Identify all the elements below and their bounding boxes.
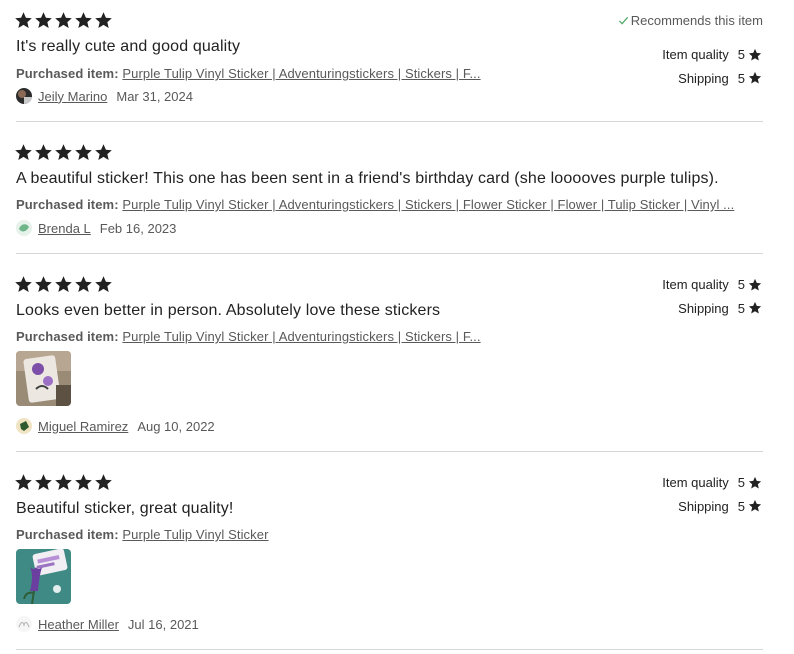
shipping-rating: Shipping 5: [662, 67, 762, 91]
shipping-rating: Shipping 5: [662, 495, 762, 519]
star-icon: [748, 48, 762, 62]
star-icon: [748, 476, 762, 490]
shipping-value: 5: [737, 498, 745, 514]
purchased-item-label: Purchased item:: [16, 66, 119, 81]
star-icon: [94, 11, 113, 30]
shipping-value: 5: [737, 70, 745, 86]
star-icon: [34, 473, 53, 492]
star-rating: [14, 473, 113, 492]
review-text: A beautiful sticker! This one has been s…: [16, 170, 719, 187]
author-name[interactable]: Heather Miller: [38, 617, 119, 632]
item-quality-label: Item quality: [662, 47, 729, 63]
shipping-label: Shipping: [678, 498, 729, 514]
item-quality-label: Item quality: [662, 475, 729, 491]
shipping-label: Shipping: [678, 70, 729, 86]
purchased-item-link[interactable]: Purple Tulip Vinyl Sticker | Adventuring…: [122, 197, 734, 212]
review-date: Feb 16, 2023: [99, 220, 177, 236]
star-rating: [14, 11, 113, 30]
item-quality-rating: Item quality 5: [662, 471, 762, 495]
review-card: Recommends this item It's really cute an…: [0, 0, 794, 122]
star-icon: [34, 275, 53, 294]
divider: [16, 451, 763, 452]
item-quality-value: 5: [737, 47, 745, 63]
star-icon: [74, 275, 93, 294]
divider: [16, 121, 763, 122]
item-quality-value: 5: [737, 475, 745, 491]
star-rating: [14, 275, 113, 294]
item-quality-rating: Item quality 5: [662, 43, 762, 67]
purchased-item: Purchased item: Purple Tulip Vinyl Stick…: [16, 527, 269, 542]
avatar[interactable]: [16, 418, 32, 434]
star-icon: [748, 71, 762, 85]
star-icon: [94, 143, 113, 162]
item-quality-rating: Item quality 5: [662, 273, 762, 297]
review-author: Brenda L Feb 16, 2023: [16, 220, 176, 236]
divider: [16, 649, 763, 650]
review-author: Heather Miller Jul 16, 2021: [16, 616, 199, 632]
review-text: Beautiful sticker, great quality!: [16, 500, 234, 517]
star-rating: [14, 143, 113, 162]
purchased-item: Purchased item: Purple Tulip Vinyl Stick…: [16, 197, 734, 212]
review-text: Looks even better in person. Absolutely …: [16, 302, 441, 319]
ratings-breakdown: Item quality 5 Shipping 5: [662, 43, 762, 90]
review-author: Miguel Ramirez Aug 10, 2022: [16, 418, 215, 434]
ratings-breakdown: Item quality 5 Shipping 5: [662, 471, 762, 518]
star-icon: [34, 11, 53, 30]
recommends-badge: Recommends this item: [618, 13, 763, 28]
star-icon: [14, 473, 33, 492]
author-name[interactable]: Brenda L: [38, 221, 91, 236]
shipping-label: Shipping: [678, 300, 729, 316]
star-icon: [14, 11, 33, 30]
star-icon: [14, 275, 33, 294]
star-icon: [74, 473, 93, 492]
star-icon: [54, 275, 73, 294]
review-author: Jeily Marino Mar 31, 2024: [16, 88, 193, 104]
star-icon: [74, 143, 93, 162]
purchased-item-link[interactable]: Purple Tulip Vinyl Sticker: [122, 527, 268, 542]
star-icon: [94, 275, 113, 294]
star-icon: [748, 278, 762, 292]
star-icon: [14, 143, 33, 162]
recommends-label: Recommends this item: [630, 13, 763, 28]
check-icon: [618, 16, 628, 25]
purchased-item-label: Purchased item:: [16, 197, 119, 212]
author-name[interactable]: Jeily Marino: [38, 89, 107, 104]
purchased-item: Purchased item: Purple Tulip Vinyl Stick…: [16, 66, 481, 81]
purchased-item-link[interactable]: Purple Tulip Vinyl Sticker | Adventuring…: [122, 329, 480, 344]
divider: [16, 253, 763, 254]
purchased-item-link[interactable]: Purple Tulip Vinyl Sticker | Adventuring…: [122, 66, 480, 81]
purchased-item: Purchased item: Purple Tulip Vinyl Stick…: [16, 329, 481, 344]
star-icon: [54, 11, 73, 30]
star-icon: [54, 473, 73, 492]
item-quality-value: 5: [737, 277, 745, 293]
avatar[interactable]: [16, 616, 32, 632]
review-date: Aug 10, 2022: [137, 418, 215, 434]
star-icon: [54, 143, 73, 162]
purchased-item-label: Purchased item:: [16, 527, 119, 542]
review-date: Mar 31, 2024: [116, 88, 193, 104]
review-date: Jul 16, 2021: [127, 616, 199, 632]
item-quality-label: Item quality: [662, 277, 729, 293]
shipping-rating: Shipping 5: [662, 297, 762, 321]
star-icon: [748, 301, 762, 315]
review-text: It's really cute and good quality: [16, 38, 241, 55]
star-icon: [748, 499, 762, 513]
review-photo[interactable]: [16, 549, 71, 604]
author-name[interactable]: Miguel Ramirez: [38, 419, 128, 434]
avatar[interactable]: [16, 220, 32, 236]
star-icon: [74, 11, 93, 30]
purchased-item-label: Purchased item:: [16, 329, 119, 344]
star-icon: [34, 143, 53, 162]
review-photo[interactable]: [16, 351, 71, 406]
star-icon: [94, 473, 113, 492]
shipping-value: 5: [737, 300, 745, 316]
avatar[interactable]: [16, 88, 32, 104]
ratings-breakdown: Item quality 5 Shipping 5: [662, 273, 762, 320]
